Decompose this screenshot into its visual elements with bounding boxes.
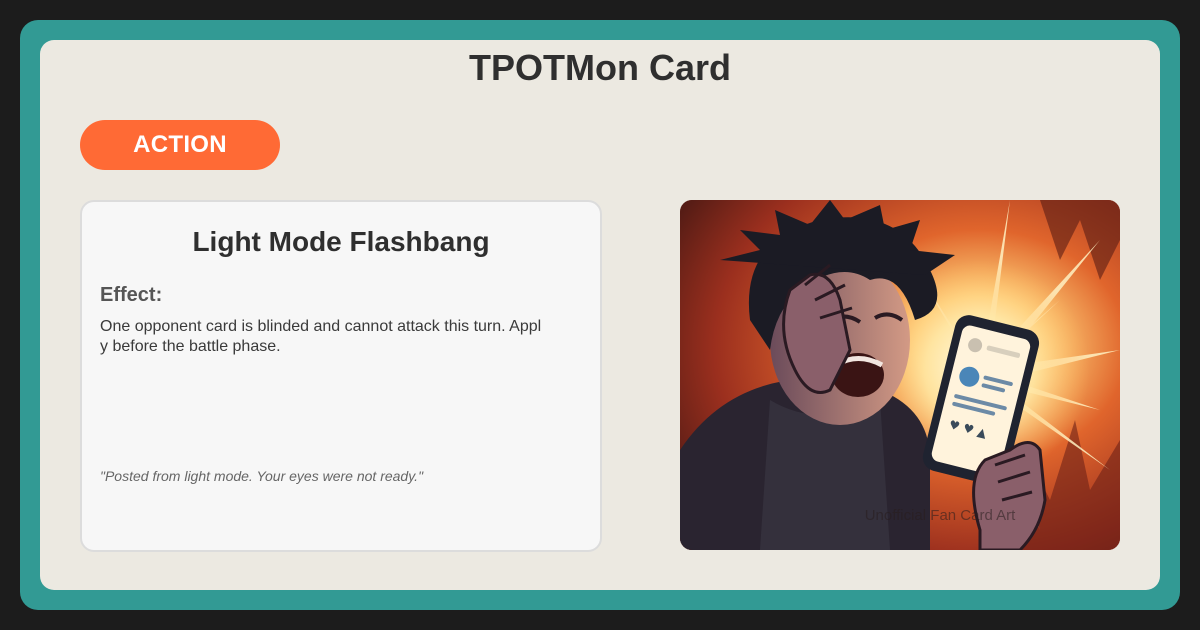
- flavor-text: "Posted from light mode. Your eyes were …: [100, 468, 424, 484]
- effect-heading: Effect:: [100, 284, 163, 306]
- effect-text: One opponent card is blinded and cannot …: [100, 318, 542, 355]
- card-type-badge: ACTION: [80, 120, 280, 170]
- card-name: Light Mode Flashbang: [192, 226, 490, 257]
- card-info-panel: Light Mode Flashbang Effect: One opponen…: [80, 200, 602, 552]
- man-shielding-eyes-from-bright-phone-icon: ♥ ♥ ▲: [680, 200, 1120, 550]
- card-illustration: ♥ ♥ ▲ Unofficial Fan Card Art: [680, 200, 1120, 550]
- art-watermark: Unofficial Fan Card Art: [864, 507, 1016, 524]
- page-title: TPOTMon Card: [469, 47, 731, 88]
